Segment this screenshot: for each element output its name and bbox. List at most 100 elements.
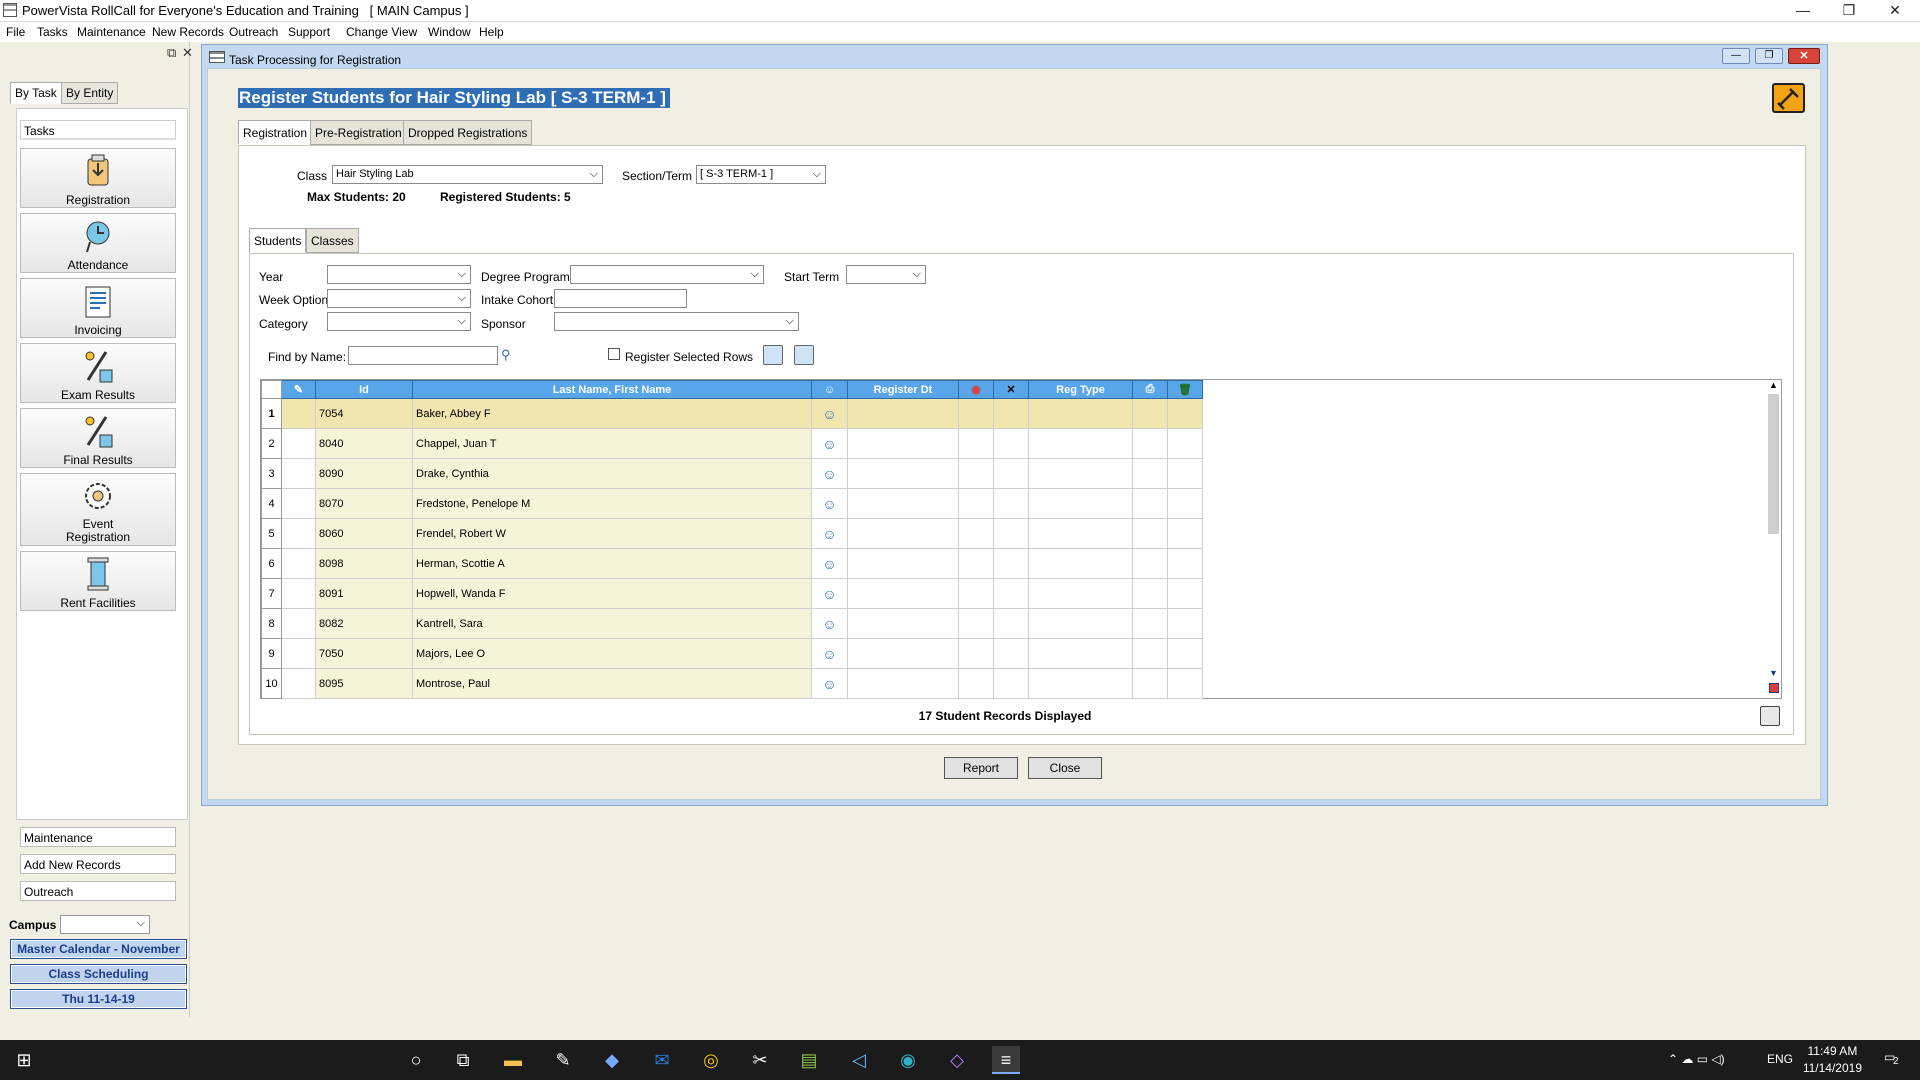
sidebar-item-maintenance[interactable]: Maintenance [20, 827, 176, 847]
menu-window[interactable]: Window [428, 25, 471, 39]
language-indicator[interactable]: ENG [1767, 1052, 1793, 1066]
app-pinned-icon[interactable]: ◉ [894, 1046, 922, 1074]
tab-by-task[interactable]: By Task [10, 82, 62, 104]
close-button[interactable]: Close [1028, 757, 1102, 779]
print-cell[interactable] [1132, 518, 1168, 549]
student-profile-icon[interactable]: ☺ [815, 496, 844, 512]
minimize-icon[interactable]: — [1780, 0, 1826, 22]
delete-cell[interactable] [1167, 638, 1203, 669]
refresh-search-icon[interactable] [763, 345, 783, 365]
register-dt-cell[interactable] [847, 548, 959, 579]
name-cell[interactable]: Baker, Abbey F [412, 398, 812, 429]
row-number[interactable]: 9 [261, 638, 282, 669]
status-cell[interactable] [958, 458, 994, 489]
scroll-down-icon[interactable]: ▼ [1769, 668, 1778, 678]
edit-cell[interactable] [281, 458, 316, 489]
row-number[interactable]: 10 [261, 668, 282, 699]
row-number[interactable]: 5 [261, 518, 282, 549]
tray-icons[interactable]: ⌃ ☁ ▭ ◁) [1668, 1052, 1725, 1066]
reg-type-cell[interactable] [1028, 548, 1133, 579]
delete-cell[interactable] [1167, 518, 1203, 549]
task-view-icon[interactable]: ⧉ [449, 1046, 477, 1074]
student-profile-icon[interactable]: ☺ [815, 436, 844, 452]
file-explorer-icon[interactable]: ▬ [499, 1046, 527, 1074]
table-row[interactable]: 10 8095 Montrose, Paul ☺ [261, 668, 1203, 699]
student-profile-icon[interactable]: ☺ [815, 526, 844, 542]
app-pinned-icon[interactable]: ✎ [549, 1046, 577, 1074]
report-button[interactable]: Report [944, 757, 1018, 779]
profile-cell[interactable]: ☺ [811, 608, 848, 639]
remove-cell[interactable] [993, 608, 1029, 639]
child-minimize-icon[interactable]: — [1722, 48, 1750, 64]
menu-outreach[interactable]: Outreach [229, 25, 278, 39]
profile-cell[interactable]: ☺ [811, 638, 848, 669]
table-row[interactable]: 6 8098 Herman, Scottie A ☺ [261, 548, 1203, 579]
register-dt-cell[interactable] [847, 488, 959, 519]
id-cell[interactable]: 8040 [315, 428, 413, 459]
name-cell[interactable]: Herman, Scottie A [412, 548, 812, 579]
profile-cell[interactable]: ☺ [811, 578, 848, 609]
register-dt-cell[interactable] [847, 578, 959, 609]
print-cell[interactable] [1132, 458, 1168, 489]
chrome-icon[interactable]: ◎ [697, 1046, 725, 1074]
remove-cell[interactable] [993, 548, 1029, 579]
register-dt-cell[interactable] [847, 428, 959, 459]
tab-students[interactable]: Students [249, 228, 307, 253]
tab-dropped-registrations[interactable]: Dropped Registrations [403, 120, 533, 145]
delete-cell[interactable] [1167, 488, 1203, 519]
grid-corner-icon[interactable] [1769, 683, 1779, 693]
status-cell[interactable] [958, 638, 994, 669]
register-dt-cell[interactable] [847, 668, 959, 699]
edit-cell[interactable] [281, 488, 316, 519]
visual-studio-icon[interactable]: ◇ [943, 1046, 971, 1074]
search-icon[interactable]: ⚲ [501, 347, 511, 363]
dock-pin-icon[interactable]: ⧉ [167, 45, 176, 61]
menu-new-records[interactable]: New Records [152, 25, 224, 39]
class-scheduling-button[interactable]: Class Scheduling [10, 964, 187, 984]
scroll-up-icon[interactable]: ▲ [1769, 380, 1778, 390]
table-row[interactable]: 8 8082 Kantrell, Sara ☺ [261, 608, 1203, 639]
edit-column-header[interactable]: ✎ [281, 380, 316, 399]
task-invoicing-button[interactable]: Invoicing [20, 278, 176, 338]
remove-column-header[interactable]: ✕ [993, 380, 1029, 399]
table-row[interactable]: 4 8070 Fredstone, Penelope M ☺ [261, 488, 1203, 519]
id-cell[interactable]: 7050 [315, 638, 413, 669]
print-cell[interactable] [1132, 398, 1168, 429]
id-cell[interactable]: 8060 [315, 518, 413, 549]
menu-support[interactable]: Support [288, 25, 330, 39]
remove-cell[interactable] [993, 398, 1029, 429]
status-cell[interactable] [958, 548, 994, 579]
edit-cell[interactable] [281, 608, 316, 639]
tab-registration[interactable]: Registration [238, 120, 313, 145]
visual-studio-code-icon[interactable]: ◁ [845, 1046, 873, 1074]
status-cell[interactable] [958, 668, 994, 699]
edit-cell[interactable] [281, 638, 316, 669]
start-term-select[interactable]: ⌵ [846, 265, 926, 284]
delete-cell[interactable] [1167, 608, 1203, 639]
remove-cell[interactable] [993, 578, 1029, 609]
register-dt-cell[interactable] [847, 638, 959, 669]
reg-type-cell[interactable] [1028, 578, 1133, 609]
reg-type-cell[interactable] [1028, 668, 1133, 699]
reg-type-cell[interactable] [1028, 518, 1133, 549]
status-cell[interactable] [958, 428, 994, 459]
delete-cell[interactable] [1167, 578, 1203, 609]
name-column-header[interactable]: Last Name, First Name [412, 380, 812, 399]
student-profile-icon[interactable]: ☺ [815, 616, 844, 632]
clear-filter-icon[interactable] [794, 345, 814, 365]
status-column-header[interactable]: ◉ [958, 380, 994, 399]
child-close-icon[interactable]: ✕ [1788, 48, 1820, 64]
table-row[interactable]: 1 7054 Baker, Abbey F ☺ [261, 398, 1203, 429]
student-profile-icon[interactable]: ☺ [815, 676, 844, 692]
campus-select[interactable]: ⌵ [60, 915, 150, 934]
student-profile-icon[interactable]: ☺ [815, 646, 844, 662]
name-cell[interactable]: Majors, Lee O [412, 638, 812, 669]
row-number[interactable]: 6 [261, 548, 282, 579]
powervista-icon[interactable]: ≡ [992, 1046, 1020, 1074]
id-cell[interactable]: 8091 [315, 578, 413, 609]
row-number[interactable]: 2 [261, 428, 282, 459]
windows-start-icon[interactable]: ⊞ [10, 1046, 38, 1074]
menu-maintenance[interactable]: Maintenance [77, 25, 146, 39]
name-cell[interactable]: Montrose, Paul [412, 668, 812, 699]
remove-cell[interactable] [993, 488, 1029, 519]
